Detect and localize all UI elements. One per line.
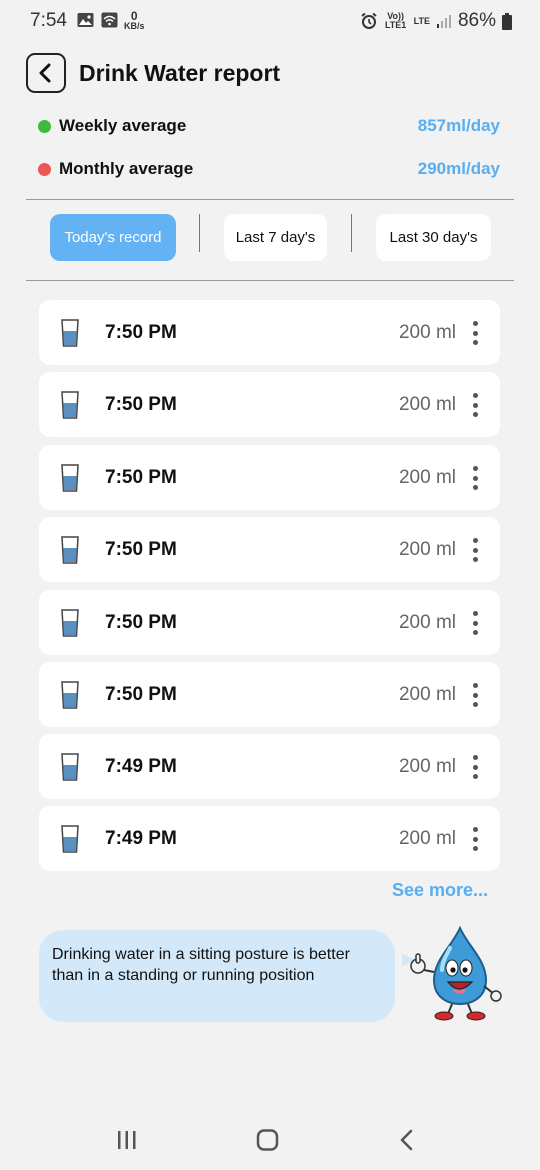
record-amount: 200 ml: [398, 539, 456, 560]
page-title: Drink Water report: [79, 60, 281, 86]
record-time: 7:49 PM: [105, 756, 177, 777]
record-amount: 200 ml: [398, 467, 456, 488]
home-icon[interactable]: [256, 1129, 280, 1151]
water-glass-icon: [61, 753, 79, 781]
back-button[interactable]: [26, 53, 66, 93]
monthly-average-value: 290ml/day: [417, 159, 500, 178]
network-speed: 0 KB/s: [124, 9, 145, 31]
record-amount: 200 ml: [398, 684, 456, 705]
more-options-icon[interactable]: [470, 827, 480, 851]
status-time: 7:54: [30, 10, 67, 31]
weekly-average-row: Weekly average 857ml/day: [38, 114, 500, 138]
volte-indicator: Vo)) LTE1: [384, 11, 407, 30]
record-row[interactable]: 7:49 PM 200 ml: [39, 734, 500, 799]
divider: [26, 280, 514, 281]
record-amount: 200 ml: [398, 612, 456, 633]
record-row[interactable]: 7:49 PM 200 ml: [39, 806, 500, 871]
system-nav-bar: [0, 1110, 540, 1170]
chevron-left-icon: [39, 63, 51, 83]
alarm-icon: [360, 12, 377, 29]
status-right-group: Vo)) LTE1 LTE 86%: [360, 10, 512, 32]
more-options-icon[interactable]: [470, 466, 480, 490]
water-glass-icon: [61, 391, 79, 419]
record-time: 7:49 PM: [105, 828, 177, 849]
recents-icon[interactable]: [116, 1130, 138, 1150]
tab-todays-record[interactable]: Today's record: [50, 214, 176, 261]
battery-percent: 86%: [457, 10, 496, 31]
record-row[interactable]: 7:50 PM 200 ml: [39, 590, 500, 655]
more-options-icon[interactable]: [470, 393, 480, 417]
record-time: 7:50 PM: [105, 539, 177, 560]
water-glass-icon: [61, 319, 79, 347]
water-glass-icon: [61, 464, 79, 492]
record-time: 7:50 PM: [105, 467, 177, 488]
signal-icon: [436, 15, 451, 28]
back-icon[interactable]: [399, 1129, 415, 1151]
more-options-icon[interactable]: [470, 611, 480, 635]
record-time: 7:50 PM: [105, 684, 177, 705]
record-amount: 200 ml: [398, 394, 456, 415]
monthly-average-label: Monthly average: [59, 159, 194, 178]
record-row[interactable]: 7:50 PM 200 ml: [39, 517, 500, 582]
weekly-average-label: Weekly average: [59, 116, 187, 135]
divider: [26, 199, 514, 200]
record-row[interactable]: 7:50 PM 200 ml: [39, 372, 500, 437]
gallery-icon: [77, 13, 94, 27]
monthly-dot: [38, 162, 51, 176]
tip-text: Drinking water in a sitting posture is b…: [52, 946, 350, 984]
weekly-average-value: 857ml/day: [417, 116, 500, 135]
battery-icon: [502, 12, 512, 30]
tab-last-7-days[interactable]: Last 7 day's: [224, 214, 327, 261]
record-time: 7:50 PM: [105, 322, 177, 343]
monthly-average-row: Monthly average 290ml/day: [38, 157, 500, 181]
water-glass-icon: [61, 536, 79, 564]
see-more-link[interactable]: See more...: [392, 880, 488, 901]
water-glass-icon: [61, 609, 79, 637]
record-time: 7:50 PM: [105, 394, 177, 415]
tab-separator: [351, 214, 352, 252]
record-row[interactable]: 7:50 PM 200 ml: [39, 300, 500, 365]
status-bar: 7:54 0 KB/s Vo)) LTE1 LTE 86%: [0, 0, 540, 44]
record-row[interactable]: 7:50 PM 200 ml: [39, 445, 500, 510]
more-options-icon[interactable]: [470, 755, 480, 779]
weekly-dot: [38, 119, 51, 133]
lte-indicator: LTE: [413, 15, 430, 26]
record-amount: 200 ml: [398, 756, 456, 777]
water-glass-icon: [61, 825, 79, 853]
more-options-icon[interactable]: [470, 683, 480, 707]
record-amount: 200 ml: [398, 828, 456, 849]
wifi-icon: [101, 12, 118, 28]
more-options-icon[interactable]: [470, 538, 480, 562]
tip-bubble: Drinking water in a sitting posture is b…: [39, 930, 395, 1022]
tab-separator: [199, 214, 200, 252]
water-glass-icon: [61, 681, 79, 709]
water-drop-mascot-icon: [402, 925, 502, 1021]
record-amount: 200 ml: [398, 322, 456, 343]
tab-last-30-days[interactable]: Last 30 day's: [376, 214, 491, 261]
record-row[interactable]: 7:50 PM 200 ml: [39, 662, 500, 727]
more-options-icon[interactable]: [470, 321, 480, 345]
record-time: 7:50 PM: [105, 612, 177, 633]
